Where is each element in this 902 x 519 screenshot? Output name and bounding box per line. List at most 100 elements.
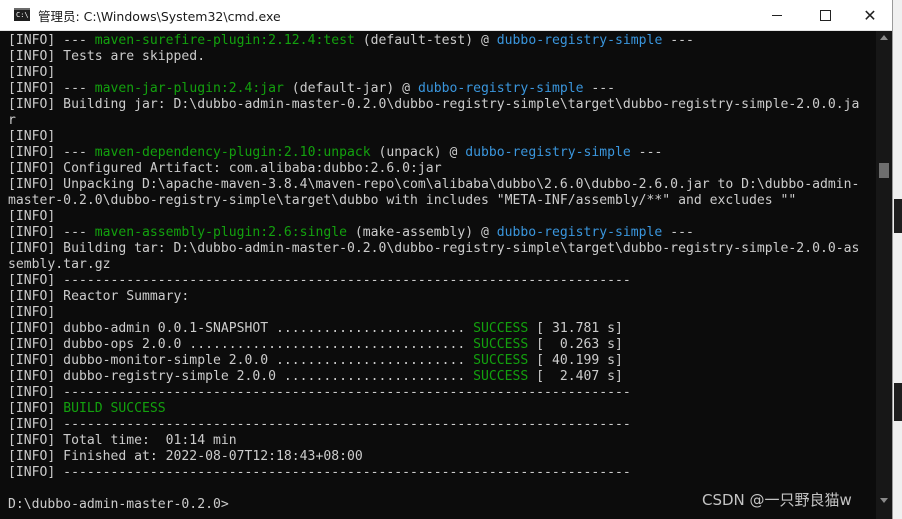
console-line: [INFO] ---------------------------------… [8,465,631,481]
console-line: [INFO] dubbo-registry-simple 2.0.0 .....… [8,369,623,385]
cmd-icon-text: C:\ [16,11,29,19]
scroll-down-icon[interactable] [880,498,888,503]
console-line: [INFO] [8,209,55,225]
console-text-segment: [INFO] Building jar: D:\dubbo-admin-mast… [8,97,860,112]
console-text-segment: D:\dubbo-admin-master-0.2.0> [8,497,229,512]
console-text-segment: [INFO] Tests are skipped. [8,49,206,64]
console-line: [INFO] Total time: 01:14 min [8,433,237,449]
console-text-segment: [INFO] [8,129,56,144]
console-line: [INFO] Configured Artifact: com.alibaba:… [8,161,442,177]
console-text-segment: [INFO] --- [8,33,95,48]
console-text-segment: dubbo-registry-simple [417,81,584,96]
close-icon: ✕ [863,5,877,25]
title-bar[interactable]: C:\ 管理员: C:\Windows\System32\cmd.exe ✕ [0,0,892,31]
console-text-segment: [INFO] Total time: 01:14 min [8,433,237,448]
maximize-icon [819,10,831,21]
console-line: [INFO] BUILD SUCCESS [8,401,166,417]
console-text-segment: [INFO] dubbo-registry-simple 2.0.0 .....… [8,369,474,384]
console-line: [INFO] Building tar: D:\dubbo-admin-mast… [8,241,859,257]
console-text-segment: (make-assembly) @ [346,225,497,240]
console-line: [INFO] --- maven-surefire-plugin:2.12.4:… [8,33,694,49]
console-text-segment: [INFO] ---------------------------------… [8,273,631,288]
console-text-segment: SUCCESS [473,321,529,336]
scrollbar-thumb[interactable] [879,163,889,178]
cmd-window: C:\ 管理员: C:\Windows\System32\cmd.exe ✕ [… [0,0,893,519]
console-text-segment: [INFO] dubbo-monitor-simple 2.0.0 ......… [8,353,474,368]
minimize-button[interactable] [754,0,800,31]
console-line: [INFO] Building jar: D:\dubbo-admin-mast… [8,97,859,113]
background-window-fragment [894,383,902,421]
console-text-segment: SUCCESS [473,369,529,384]
console-text-segment: [INFO] --- [8,145,95,160]
console-line: [INFO] [8,129,55,145]
console-text-segment: dubbo-registry-simple [465,145,631,160]
console-text-segment: [INFO] Finished at: 2022-08-07T12:18:43+… [8,449,363,464]
console-text-segment: sembly.tar.gz [8,257,111,272]
console-text-segment: [INFO] [8,401,64,416]
minimize-icon [772,15,782,16]
console-line: [INFO] Tests are skipped. [8,49,205,65]
console-text-segment: [INFO] Unpacking D:\apache-maven-3.8.4\m… [8,177,860,192]
console-text-segment: SUCCESS [473,353,529,368]
console-line: [INFO] dubbo-admin 0.0.1-SNAPSHOT ......… [8,321,623,337]
maximize-button[interactable] [802,0,848,31]
console-text-segment: [INFO] [8,209,56,224]
console-output[interactable]: [INFO] --- maven-surefire-plugin:2.12.4:… [0,31,876,519]
background-window-strip [893,0,902,519]
window-title: 管理员: C:\Windows\System32\cmd.exe [38,9,281,24]
console-text-segment: SUCCESS [473,337,529,352]
scroll-up-icon[interactable] [880,35,888,40]
console-line: r [8,113,16,129]
watermark: CSDN @一只野良猫w [702,491,852,509]
console-line: [INFO] --- maven-dependency-plugin:2.10:… [8,145,662,161]
console-text-segment: dubbo-registry-simple [496,33,663,48]
console-text-segment: maven-dependency-plugin:2.10:unpack [94,145,371,160]
vertical-scrollbar[interactable] [876,31,892,519]
console-text-segment: (unpack) @ [370,145,466,160]
console-line: [INFO] Finished at: 2022-08-07T12:18:43+… [8,449,363,465]
console-text-segment: [ 2.407 s] [528,369,623,384]
console-text-segment: --- [662,33,694,48]
console-text-segment: [INFO] ---------------------------------… [8,417,631,432]
console-text-segment: r [8,113,16,128]
console-text-segment: [INFO] Building tar: D:\dubbo-admin-mast… [8,241,860,256]
console-text-segment: [INFO] --- [8,225,95,240]
console-text-segment: maven-jar-plugin:2.4:jar [94,81,284,96]
console-text-segment: (default-jar) @ [283,81,418,96]
console-text-segment: [INFO] [8,305,56,320]
console-line: [INFO] dubbo-ops 2.0.0 .................… [8,337,623,353]
console-line: [INFO] --- maven-jar-plugin:2.4:jar (def… [8,81,615,97]
console-text-segment: [INFO] dubbo-ops 2.0.0 .................… [8,337,474,352]
console-text-segment: master-0.2.0\dubbo-registry-simple\targe… [8,193,797,208]
console-text-segment: [INFO] Configured Artifact: com.alibaba:… [8,161,442,176]
console-text-segment: [ 0.263 s] [528,337,623,352]
console-text-segment: [ 31.781 s] [528,321,623,336]
console-text-segment: [INFO] Reactor Summary: [8,289,190,304]
cmd-icon[interactable]: C:\ [14,8,30,21]
console-text-segment: --- [583,81,616,96]
console-line: sembly.tar.gz [8,257,110,273]
console-line: [INFO] ---------------------------------… [8,417,631,433]
console-text-segment: [ 40.199 s] [528,353,623,368]
console-line: [INFO] [8,305,55,321]
console-text-segment: maven-assembly-plugin:2.6:single [94,225,347,240]
console-line: [INFO] [8,65,55,81]
console-text-segment: maven-surefire-plugin:2.12.4:test [94,33,355,48]
console-line: [INFO] ---------------------------------… [8,385,631,401]
console-text-segment: [INFO] [8,65,56,80]
console-text-segment: --- [662,225,694,240]
console-text-segment: --- [630,145,663,160]
console-line: master-0.2.0\dubbo-registry-simple\targe… [8,193,796,209]
close-button[interactable]: ✕ [847,0,893,31]
console-text-segment: (default-test) @ [354,33,497,48]
console-text-segment: [INFO] ---------------------------------… [8,465,631,480]
console-line: [INFO] Unpacking D:\apache-maven-3.8.4\m… [8,177,859,193]
console-text-segment: [INFO] ---------------------------------… [8,385,631,400]
console-line: [INFO] dubbo-monitor-simple 2.0.0 ......… [8,353,623,369]
console-line: [INFO] ---------------------------------… [8,273,631,289]
background-window-fragment [894,199,902,233]
console-text-segment: [INFO] dubbo-admin 0.0.1-SNAPSHOT ......… [8,321,474,336]
console-line: D:\dubbo-admin-master-0.2.0> [8,497,229,513]
console-text-segment: BUILD SUCCESS [63,401,166,416]
console-line: [INFO] Reactor Summary: [8,289,189,305]
